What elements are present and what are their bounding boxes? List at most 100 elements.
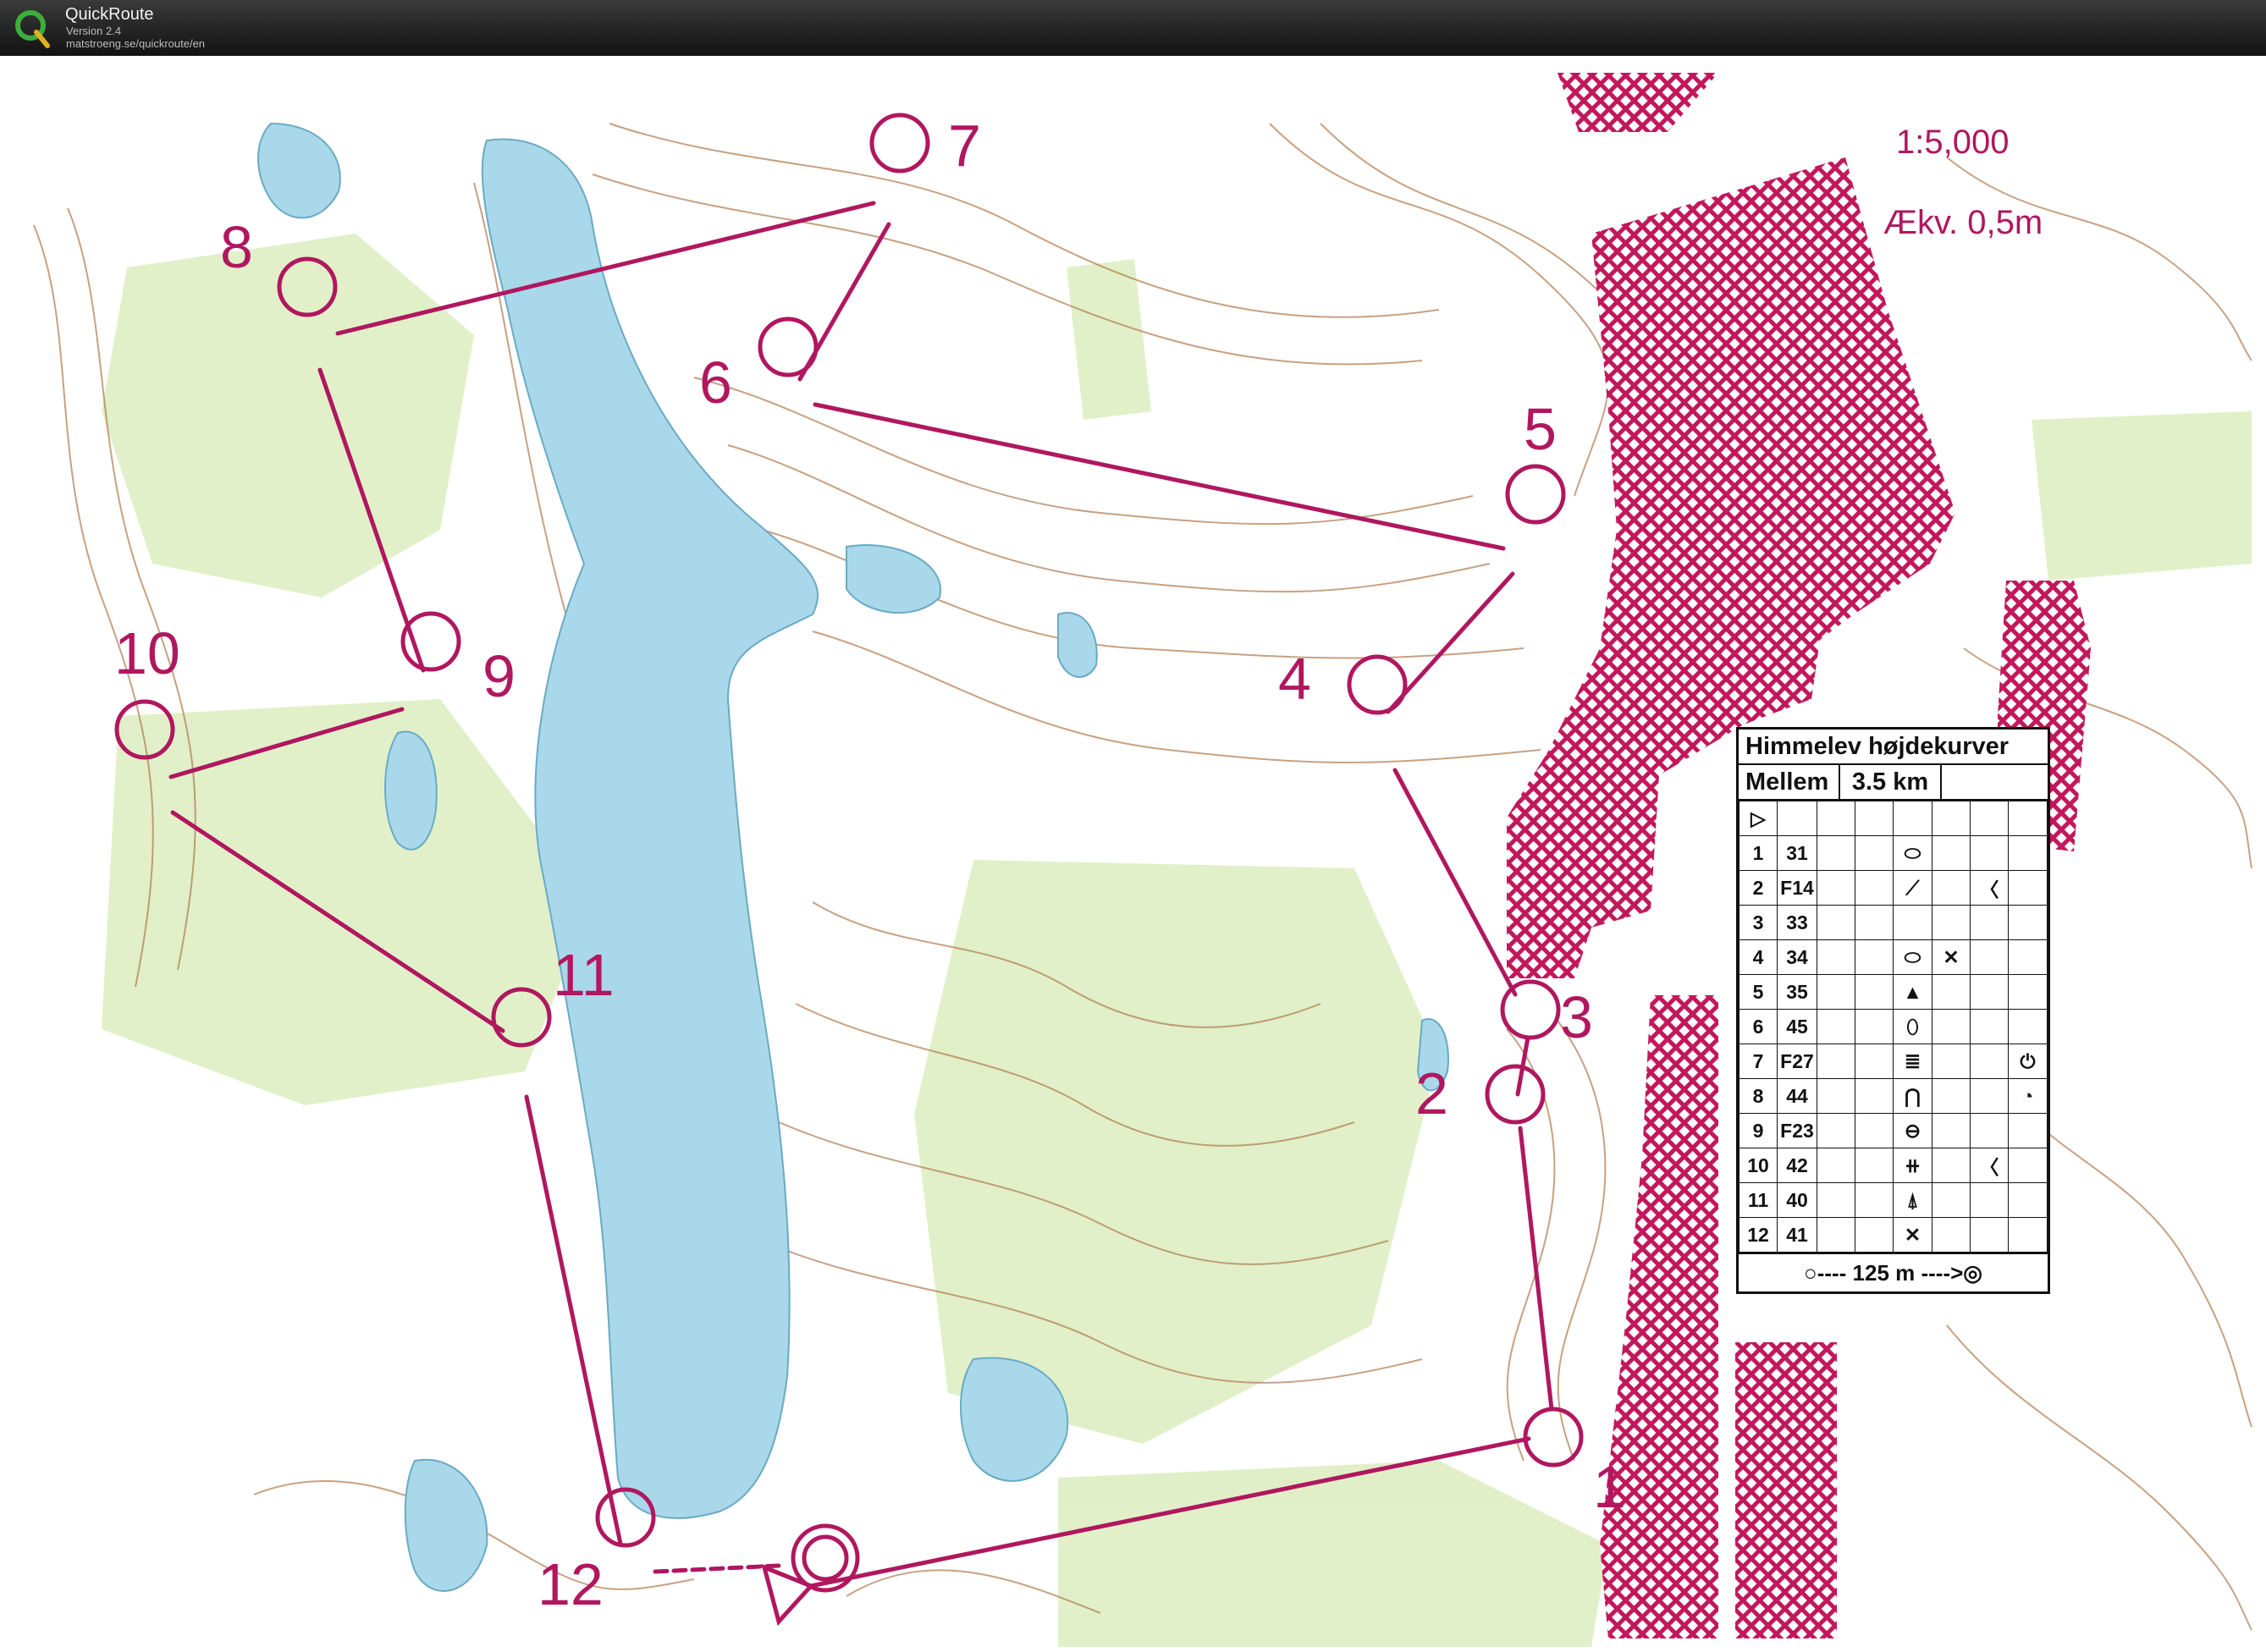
description-cell-f bbox=[1931, 1009, 1971, 1044]
description-cell-g bbox=[1969, 1044, 2009, 1079]
description-cell-g bbox=[1969, 1113, 2009, 1148]
description-row: 1 31 ⬭ bbox=[1739, 835, 2048, 871]
description-cell-code: F23 bbox=[1776, 1113, 1818, 1148]
start-symbol: ▷ bbox=[1739, 801, 1778, 836]
description-cell-e: ⬭ bbox=[1892, 939, 1932, 975]
app-url: matstroeng.se/quickroute/en bbox=[66, 37, 206, 50]
description-cell-num: 3 bbox=[1739, 905, 1778, 940]
description-cell-g: 〈 bbox=[1969, 870, 2009, 906]
description-cell-h bbox=[2007, 1113, 2048, 1148]
description-cell-h bbox=[2007, 939, 2048, 975]
description-cell-e: ⬯ bbox=[1892, 1009, 1932, 1044]
start-triangle[interactable] bbox=[761, 1563, 815, 1627]
control-description-sheet: Himmelev højdekurver Mellem 3.5 km ▷ 1 31… bbox=[1736, 727, 2050, 1294]
description-table: ▷ 1 31 ⬭ 2 F14 ⟋ 〈 3 33 4 34 ⬭ ✕ 5 35 ▲ 6 45 ⬯ 7 F27 ≣ ⏻ 8 44 ⋂ ◔ 9… bbox=[1739, 801, 2048, 1253]
description-cell-num: 5 bbox=[1739, 974, 1778, 1010]
description-cell-d bbox=[1855, 1113, 1894, 1148]
description-cell-num: 12 bbox=[1739, 1217, 1778, 1253]
description-cell-f bbox=[1931, 1113, 1971, 1148]
control-7-circle bbox=[869, 113, 930, 173]
description-row: 12 41 ✕ bbox=[1739, 1217, 2048, 1253]
description-cell-h bbox=[2007, 905, 2048, 940]
app-version: Version 2.4 bbox=[66, 25, 122, 37]
description-cell-code: 45 bbox=[1776, 1009, 1818, 1044]
control-2-label: 2 bbox=[1415, 1060, 1448, 1126]
orienteering-map[interactable]: 1 2 3 4 5 6 7 8 9 10 11 12 1:5,000 Ækv. … bbox=[0, 56, 2266, 1652]
description-cell-f bbox=[1931, 1217, 1971, 1253]
description-cell-h bbox=[2007, 974, 2048, 1010]
description-cell-c bbox=[1817, 1182, 1855, 1218]
description-cell-g bbox=[1969, 835, 2009, 871]
description-cell-num: 1 bbox=[1739, 835, 1778, 871]
description-footer: ○---- 125 m ---->◎ bbox=[1739, 1253, 2048, 1291]
title-bar: QuickRoute Version 2.4 matstroeng.se/qui… bbox=[0, 0, 2266, 56]
description-cell-e: ⬭ bbox=[1892, 835, 1932, 871]
description-cell-e: ⟋ bbox=[1892, 870, 1932, 906]
description-cell-e: ⍋ bbox=[1892, 1182, 1932, 1218]
control-5-circle bbox=[1505, 464, 1566, 525]
control-6-label: 6 bbox=[699, 350, 732, 416]
description-cell-c bbox=[1817, 1044, 1855, 1079]
description-cell-g bbox=[1969, 974, 2009, 1010]
description-cell-f bbox=[1931, 1044, 1971, 1079]
description-cell-d bbox=[1855, 1078, 1894, 1114]
description-cell-code: 44 bbox=[1776, 1078, 1818, 1114]
description-row: 7 F27 ≣ ⏻ bbox=[1739, 1044, 2048, 1079]
description-cell-code: 34 bbox=[1776, 939, 1818, 975]
description-cell-h bbox=[2007, 835, 2048, 871]
map-scale: 1:5,000 bbox=[1896, 124, 2009, 161]
control-9-label: 9 bbox=[482, 643, 516, 709]
control-12-label: 12 bbox=[538, 1551, 604, 1617]
description-row: 6 45 ⬯ bbox=[1739, 1009, 2048, 1044]
description-cell-f bbox=[1931, 974, 1971, 1010]
description-cell-f bbox=[1931, 905, 1971, 940]
description-cell-h: ◔ bbox=[2007, 1078, 2048, 1114]
control-12-circle bbox=[595, 1487, 656, 1548]
description-cell-f bbox=[1931, 1182, 1971, 1218]
description-cell-f bbox=[1931, 1148, 1971, 1183]
control-2-circle bbox=[1485, 1064, 1546, 1125]
description-cell-c bbox=[1817, 905, 1855, 940]
description-cell-num: 8 bbox=[1739, 1078, 1778, 1114]
description-cell-h bbox=[2007, 870, 2048, 906]
control-1-circle bbox=[1523, 1407, 1584, 1468]
description-row: 11 40 ⍋ bbox=[1739, 1182, 2048, 1218]
control-5-label: 5 bbox=[1524, 396, 1557, 462]
description-cell-e: ⧺ bbox=[1892, 1148, 1932, 1183]
description-cell-f bbox=[1931, 1078, 1971, 1114]
control-8-label: 8 bbox=[220, 214, 253, 280]
description-cell-c bbox=[1817, 835, 1855, 871]
quickroute-logo-icon bbox=[15, 10, 50, 48]
finish-circle[interactable] bbox=[791, 1523, 860, 1593]
description-course-row: Mellem 3.5 km bbox=[1739, 765, 2048, 801]
control-11-label: 11 bbox=[553, 942, 615, 1008]
description-cell-c bbox=[1817, 939, 1855, 975]
description-cell-d bbox=[1855, 939, 1894, 975]
description-cell-num: 6 bbox=[1739, 1009, 1778, 1044]
description-cell-d bbox=[1855, 870, 1894, 906]
control-3-label: 3 bbox=[1560, 984, 1593, 1050]
description-cell-g bbox=[1969, 1182, 2009, 1218]
description-cell-g bbox=[1969, 1217, 2009, 1253]
description-cell-d bbox=[1855, 974, 1894, 1010]
description-cell-d bbox=[1855, 1009, 1894, 1044]
description-cell-h bbox=[2007, 1009, 2048, 1044]
description-cell-num: 2 bbox=[1739, 870, 1778, 906]
contour-interval: Ækv. 0,5m bbox=[1883, 204, 2043, 241]
description-cell-f: ✕ bbox=[1931, 939, 1971, 975]
description-cell-e: ≣ bbox=[1892, 1044, 1932, 1079]
app-name: QuickRoute bbox=[65, 5, 154, 24]
description-cell-num: 11 bbox=[1739, 1182, 1778, 1218]
description-cell-d bbox=[1855, 1182, 1894, 1218]
control-7-label: 7 bbox=[948, 113, 981, 179]
description-row: 10 42 ⧺ 〈 bbox=[1739, 1148, 2048, 1183]
course-length: 3.5 km bbox=[1840, 765, 1942, 799]
description-cell-c bbox=[1817, 1078, 1855, 1114]
control-4-circle bbox=[1347, 654, 1408, 715]
description-cell-code: F27 bbox=[1776, 1044, 1818, 1079]
description-cell-h bbox=[2007, 1217, 2048, 1253]
description-cell-c bbox=[1817, 1009, 1855, 1044]
control-3-circle bbox=[1500, 979, 1561, 1040]
description-cell-code: 33 bbox=[1776, 905, 1818, 940]
description-cell-g: 〈 bbox=[1969, 1148, 2009, 1183]
